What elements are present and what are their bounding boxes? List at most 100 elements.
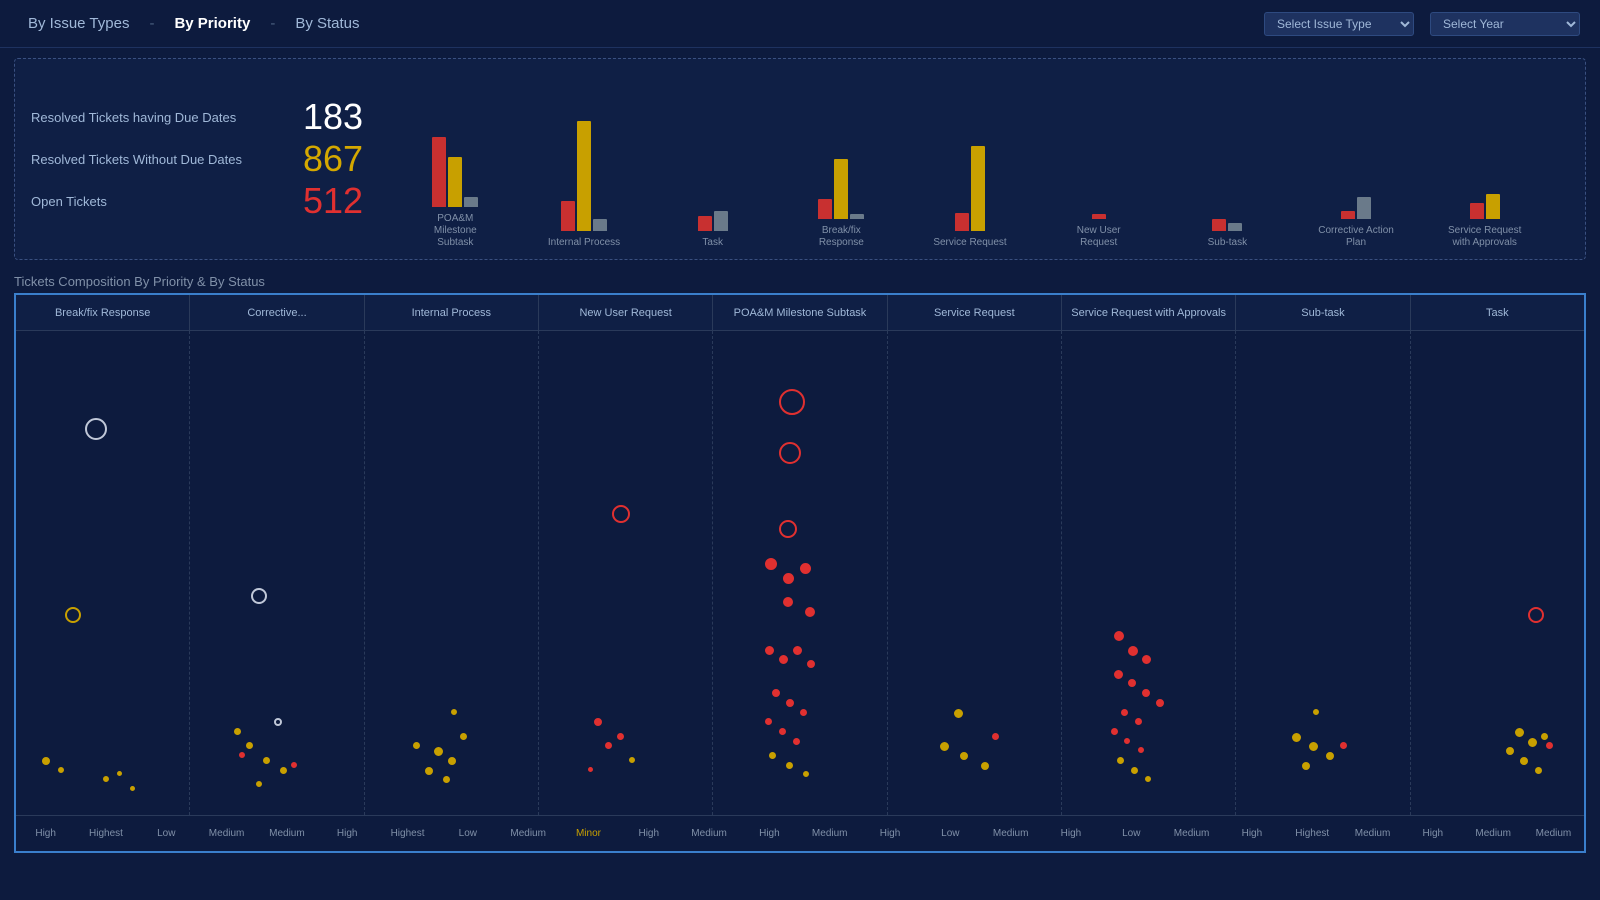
dot-2-4 (460, 733, 467, 740)
dot-4-20 (786, 762, 793, 769)
bar-group-breakfix: Break/fix Response (777, 89, 906, 249)
dot-7-2 (1309, 742, 1318, 751)
dot-1-4 (263, 757, 270, 764)
dot-1-7 (239, 752, 245, 758)
col-header-8: Task (1411, 295, 1584, 330)
summary-metrics: Resolved Tickets having Due Dates 183 Re… (31, 99, 371, 219)
x-label-highest-2: Highest (378, 816, 438, 851)
col-header-3: New User Request (539, 295, 713, 330)
bar-breakfix-gray (850, 214, 864, 219)
dot-7-6 (1313, 709, 1319, 715)
bar-service-red (955, 213, 969, 231)
nav-sep-1: - (149, 15, 154, 32)
scatter-col-0 (16, 331, 190, 815)
metric1-value: 183 (303, 99, 363, 135)
dot-7-4 (1302, 762, 1310, 770)
metric3-value: 512 (303, 183, 363, 219)
x-label-medium-5: Medium (800, 816, 860, 851)
dot-4-19 (769, 752, 776, 759)
bar-subtask-gray (1228, 223, 1242, 231)
bar-label-poam: POA&M MilestoneSubtask (415, 213, 495, 249)
dot-3-2 (594, 718, 602, 726)
bar-sra-gold (1486, 194, 1500, 219)
scatter-col-4 (713, 331, 887, 815)
bar-task-gray (714, 211, 728, 231)
bar-internal-gold (577, 121, 591, 231)
dot-8-6 (1535, 767, 1542, 774)
dot-4-17 (779, 728, 786, 735)
x-label-medium-4: Medium (679, 816, 739, 851)
dot-2-3 (425, 767, 433, 775)
metric-row-1: Resolved Tickets having Due Dates 183 (31, 99, 371, 135)
dot-6-15 (1145, 776, 1151, 782)
dot-7-5 (1340, 742, 1347, 749)
dot-5-4 (981, 762, 989, 770)
bar-label-breakfix: Break/fix Response (801, 225, 881, 249)
dot-0-3 (42, 757, 50, 765)
nav-by-issue-types[interactable]: By Issue Types (20, 11, 137, 36)
dot-0-5 (103, 776, 109, 782)
dot-4-13 (772, 689, 780, 697)
col-header-5: Service Request (888, 295, 1062, 330)
x-label-high-1: High (16, 816, 76, 851)
dot-4-18 (793, 738, 800, 745)
dot-6-10 (1111, 728, 1118, 735)
dot-8-2 (1515, 728, 1524, 737)
issue-type-filter[interactable]: Select Issue Type All (1264, 12, 1414, 36)
dot-6-2 (1128, 646, 1138, 656)
dot-6-5 (1128, 679, 1136, 687)
dot-4-14 (786, 699, 794, 707)
year-filter[interactable]: Select Year All (1430, 12, 1580, 36)
bar-task-red (698, 216, 712, 231)
dot-1-1 (251, 588, 267, 604)
nav-by-status[interactable]: By Status (287, 11, 367, 36)
dot-6-11 (1124, 738, 1130, 744)
bar-label-sra: Service Requestwith Approvals (1448, 225, 1521, 249)
col-header-0: Break/fix Response (16, 295, 190, 330)
dot-1-8 (291, 762, 297, 768)
col-header-2: Internal Process (365, 295, 539, 330)
dot-1-5 (280, 767, 287, 774)
bar-poam-red (432, 137, 446, 207)
dot-2-5 (413, 742, 420, 749)
col-header-1: Corrective... (190, 295, 364, 330)
section-title: Tickets Composition By Priority & By Sta… (0, 270, 1600, 293)
x-label-high-6: High (1041, 816, 1101, 851)
scatter-col-3 (539, 331, 713, 815)
summary-panel: Resolved Tickets having Due Dates 183 Re… (14, 58, 1586, 260)
dot-5-3 (960, 752, 968, 760)
bar-label-service: Service Request (933, 237, 1006, 249)
x-label-high-4: High (740, 816, 800, 851)
bar-group-service-approvals: Service Requestwith Approvals (1420, 89, 1549, 249)
dot-4-16 (765, 718, 772, 725)
dot-4-9 (765, 646, 774, 655)
x-label-low-4: Low (1102, 816, 1162, 851)
dot-3-4 (605, 742, 612, 749)
x-label-high-8: High (1403, 816, 1463, 851)
bar-group-task: Task (648, 101, 777, 249)
dot-6-3 (1142, 655, 1151, 664)
bar-label-corrective: Corrective ActionPlan (1318, 225, 1394, 249)
x-label-high-2: High (318, 816, 378, 851)
metric3-label: Open Tickets (31, 194, 291, 209)
dot-6-13 (1117, 757, 1124, 764)
dot-4-8 (805, 607, 815, 617)
dot-6-6 (1142, 689, 1150, 697)
dot-4-3 (779, 520, 797, 538)
metric-row-2: Resolved Tickets Without Due Dates 867 (31, 141, 371, 177)
bar-label-subtask: Sub-task (1208, 237, 1247, 249)
bar-chart-area: POA&M MilestoneSubtask Internal Process … (371, 69, 1569, 249)
x-label-medium-8: Medium (1343, 816, 1403, 851)
bar-breakfix-gold (834, 159, 848, 219)
col-header-7: Sub-task (1236, 295, 1410, 330)
dot-3-1 (612, 505, 630, 523)
nav-by-priority[interactable]: By Priority (166, 11, 258, 36)
x-label-medium-6: Medium (981, 816, 1041, 851)
dot-6-1 (1114, 631, 1124, 641)
bar-internal-gray (593, 219, 607, 231)
scatter-container: Break/fix Response Corrective... Interna… (14, 293, 1586, 853)
bar-group-internal: Internal Process (520, 101, 649, 249)
dot-4-4 (765, 558, 777, 570)
x-label-high-3: High (619, 816, 679, 851)
dot-6-14 (1131, 767, 1138, 774)
